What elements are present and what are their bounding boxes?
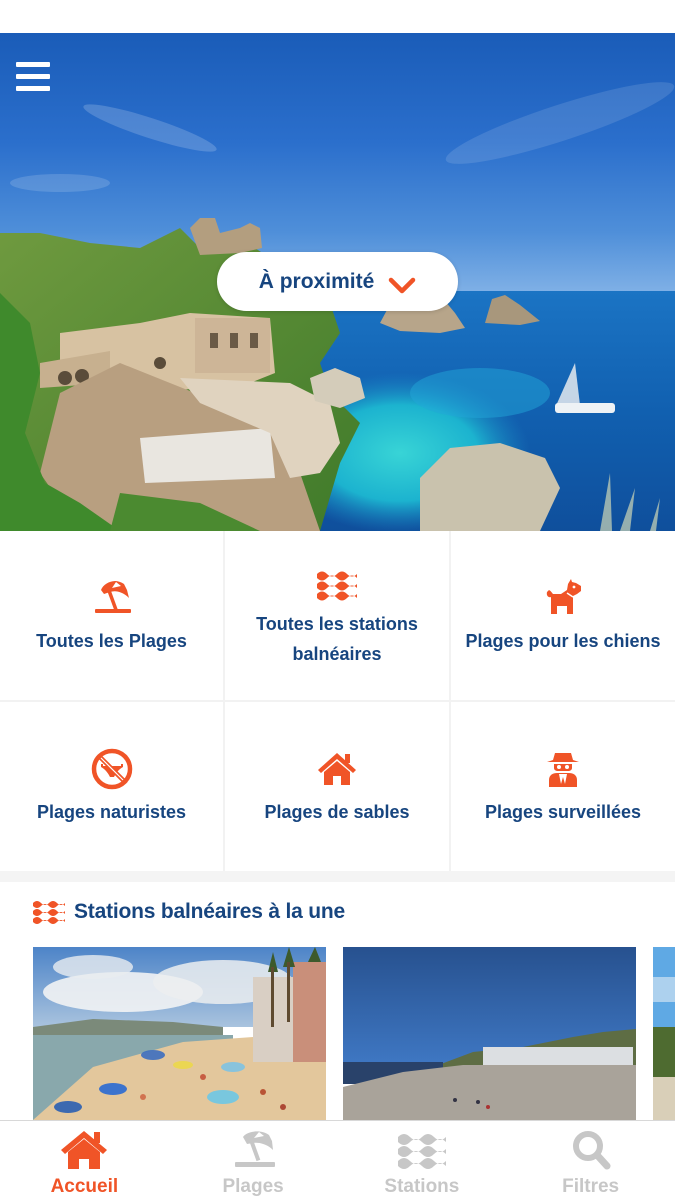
featured-header: Stations balnéaires à la une <box>32 899 345 925</box>
category-sand-beaches[interactable]: Plages de sables <box>225 702 449 871</box>
tab-label: Plages <box>222 1176 284 1197</box>
tab-accueil[interactable]: Accueil <box>0 1121 169 1200</box>
category-grid: Toutes les Plages Toutes les stations ba… <box>0 531 675 871</box>
beach-umbrella-icon <box>94 580 131 613</box>
chevron-down-icon <box>389 277 416 293</box>
no-swimsuit-icon <box>91 748 132 789</box>
featured-carousel[interactable] <box>33 947 675 1120</box>
category-dog-beaches[interactable]: Plages pour les chiens <box>451 531 675 700</box>
dog-icon <box>546 578 581 614</box>
section-title: Stations balnéaires à la une <box>74 900 345 923</box>
status-bar <box>0 0 675 33</box>
hero-banner: À proximité <box>0 33 675 531</box>
water-waves-icon <box>317 571 357 600</box>
location-selector[interactable]: À proximité <box>217 252 458 311</box>
hamburger-menu-button[interactable] <box>14 62 52 94</box>
beach-with-trees-photo <box>653 947 675 1120</box>
category-label: Plages pour les chiens <box>465 630 661 651</box>
tab-label: Filtres <box>562 1176 620 1197</box>
section-divider <box>0 871 675 882</box>
category-supervised-beaches[interactable]: Plages surveillées <box>451 702 675 871</box>
tab-stations[interactable]: Stations <box>338 1121 507 1200</box>
tab-filtres[interactable]: Filtres <box>506 1121 675 1200</box>
resort-card[interactable] <box>343 947 636 1120</box>
resort-card[interactable] <box>33 947 326 1120</box>
featured-resorts-section: Stations balnéaires à la une <box>0 882 675 1120</box>
category-all-beaches[interactable]: Toutes les Plages <box>0 531 223 700</box>
tab-label: Stations <box>384 1176 460 1197</box>
hamburger-menu-icon <box>16 62 50 67</box>
tab-label: Accueil <box>50 1176 119 1197</box>
category-label: Plages de sables <box>264 801 410 822</box>
category-all-resorts[interactable]: Toutes les stations balnéaires <box>225 531 449 700</box>
search-icon <box>572 1131 611 1170</box>
beach-umbrella-icon <box>235 1131 276 1167</box>
category-label: Plages naturistes <box>36 801 187 822</box>
category-naturist-beaches[interactable]: Plages naturistes <box>0 702 223 871</box>
crowded-beach-with-palms-photo <box>33 947 326 1120</box>
home-icon <box>318 752 356 785</box>
category-label: Toutes les Plages <box>36 630 187 651</box>
water-waves-icon <box>397 1134 446 1169</box>
water-waves-icon <box>33 901 65 924</box>
tab-plages[interactable]: Plages <box>169 1121 338 1200</box>
location-selector-label: À proximité <box>258 269 375 293</box>
category-label: Plages surveillées <box>484 801 642 822</box>
home-icon <box>61 1131 108 1169</box>
spy-icon <box>547 752 579 787</box>
resort-card[interactable] <box>653 947 675 1120</box>
bottom-tab-bar: Accueil Plages Stations Filtres <box>0 1120 675 1200</box>
category-label: Toutes les stations balnéaires <box>256 613 418 664</box>
wide-sandy-beach-blue-sky-photo <box>343 947 636 1120</box>
